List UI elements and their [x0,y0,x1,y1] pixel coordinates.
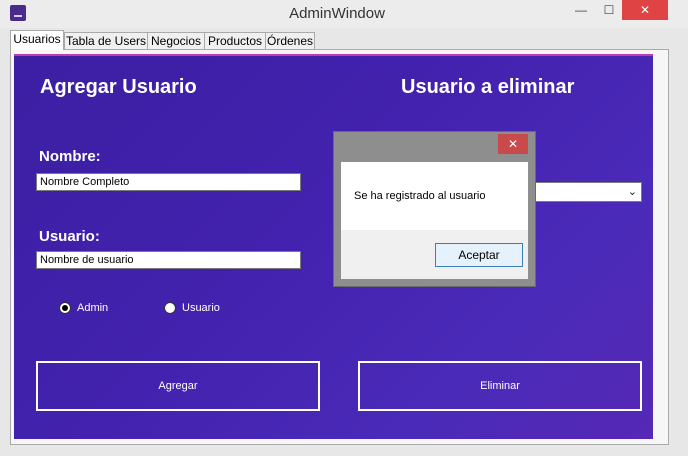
add-user-heading: Agregar Usuario [40,76,197,98]
tab-negocios[interactable]: Negocios [147,32,205,49]
close-icon: ✕ [639,3,651,17]
chevron-down-icon: ⌄ [627,186,637,198]
delete-user-heading: Usuario a eliminar [401,76,575,98]
message-dialog: ✕ Se ha registrado al usuario Aceptar [333,131,536,287]
user-to-delete-select[interactable]: ⌄ [534,182,642,202]
minimize-button[interactable]: — [568,0,594,20]
username-label: Usuario: [39,228,100,245]
radio-unchecked-indicator [164,302,176,314]
maximize-button[interactable]: ☐ [596,0,622,20]
delete-button[interactable]: Eliminar [358,361,642,411]
dialog-message-area: Se ha registrado al usuario [341,162,528,230]
radio-usuario[interactable]: Usuario [164,302,220,314]
tab-ordenes[interactable]: Órdenes [265,32,315,49]
close-icon: ✕ [507,137,519,151]
title-bar: AdminWindow — ☐ ✕ [0,0,688,28]
dialog-close-button[interactable]: ✕ [498,134,528,154]
dialog-body: Se ha registrado al usuario Aceptar [341,162,528,279]
name-input[interactable]: Nombre Completo [36,173,301,191]
dialog-ok-button[interactable]: Aceptar [435,243,523,267]
radio-admin[interactable]: Admin [59,302,108,314]
dialog-message: Se ha registrado al usuario [354,190,486,202]
add-button[interactable]: Agregar [36,361,320,411]
tab-tabla-de-users[interactable]: Tabla de Users [64,32,148,49]
radio-checked-indicator [59,302,71,314]
name-label: Nombre: [39,148,101,165]
tab-productos[interactable]: Productos [204,32,266,49]
radio-usuario-label: Usuario [182,302,220,314]
username-input[interactable]: Nombre de usuario [36,251,301,269]
radio-admin-label: Admin [77,302,109,314]
close-button[interactable]: ✕ [622,0,668,20]
tab-usuarios[interactable]: Usuarios [10,30,64,50]
